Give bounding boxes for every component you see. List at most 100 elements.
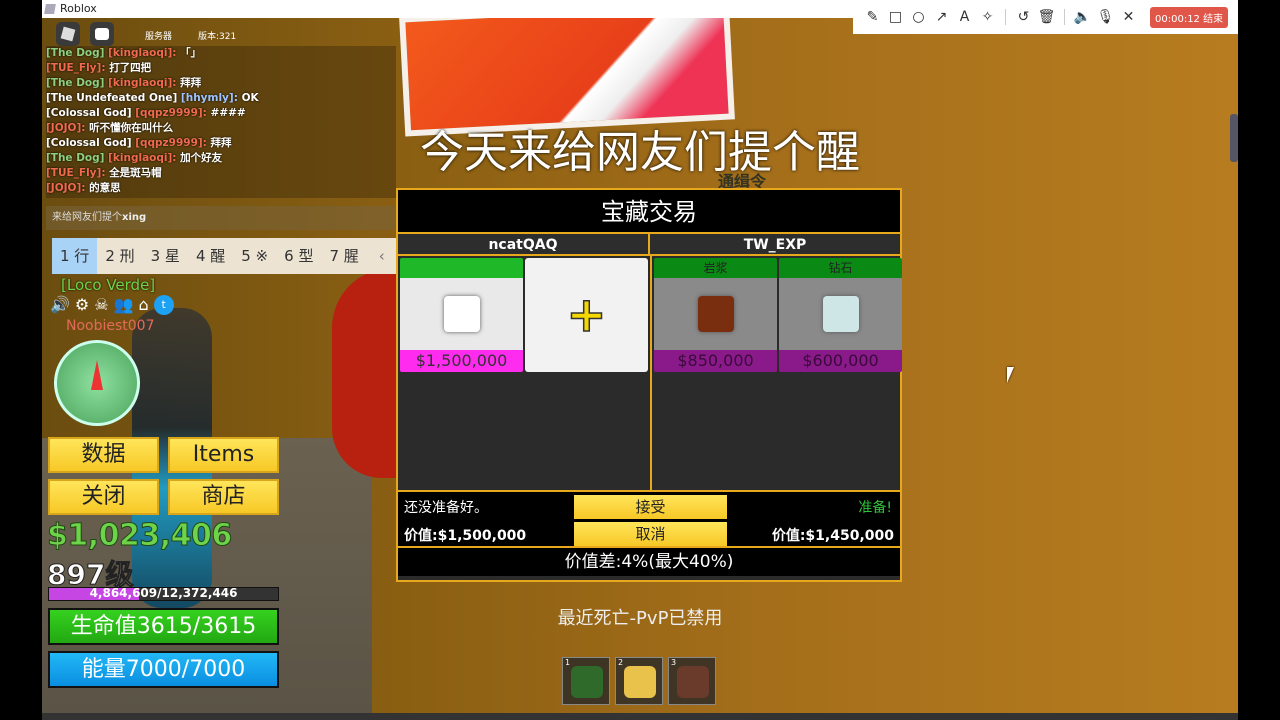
close-icon[interactable]: ✕ bbox=[1117, 9, 1140, 25]
hotbar-item-icon bbox=[677, 666, 709, 698]
hotbar-slot[interactable]: 1 bbox=[562, 657, 610, 705]
xp-text: 4,864,609/12,372,446 bbox=[89, 586, 238, 600]
chat-tag: [The Dog] bbox=[46, 47, 105, 59]
fruit-icon bbox=[697, 296, 734, 332]
chat-message: [The Undefeated One] [hhymly]: OK bbox=[46, 91, 396, 106]
hotbar-item-icon bbox=[624, 666, 656, 698]
hotbar-slot[interactable]: 3 bbox=[668, 657, 716, 705]
xp-bar: 4,864,609/12,372,446 bbox=[48, 586, 279, 601]
divider bbox=[1005, 9, 1006, 25]
shop-button[interactable]: 商店 bbox=[168, 479, 279, 515]
ime-candidate[interactable]: 4 醒 bbox=[188, 238, 233, 274]
pirate-icon[interactable]: ☠ bbox=[94, 295, 108, 315]
chat-text: 的意思 bbox=[89, 182, 121, 194]
chat-input-text: 来给网友们提个 bbox=[52, 212, 122, 223]
chat-username: [JOJO]: bbox=[46, 182, 86, 194]
ime-prev-button[interactable]: ‹ bbox=[367, 247, 397, 265]
their-ready-status: 准备! bbox=[858, 500, 892, 516]
items-button[interactable]: Items bbox=[168, 437, 279, 473]
trade-item[interactable]: $1,500,000 bbox=[400, 258, 523, 372]
add-item-button[interactable]: + bbox=[525, 258, 648, 372]
their-offer-panel: 岩浆 $850,000 钻石 $600,000 bbox=[652, 256, 904, 490]
my-value: 价值:$1,500,000 bbox=[404, 528, 527, 544]
item-name: 岩浆 bbox=[654, 258, 777, 278]
divider bbox=[1064, 9, 1065, 25]
chat-text: OK bbox=[241, 92, 259, 104]
accept-button[interactable]: 接受 bbox=[574, 495, 727, 519]
hotbar-key: 1 bbox=[565, 658, 571, 667]
twitter-icon[interactable]: t bbox=[153, 295, 174, 315]
home-icon[interactable]: ⌂ bbox=[139, 295, 149, 315]
cancel-button[interactable]: 取消 bbox=[574, 522, 727, 546]
value-difference: 价值差:4%(最大40%) bbox=[398, 548, 900, 576]
speaker-icon[interactable]: 🔈 bbox=[1071, 9, 1094, 25]
scrollbar[interactable] bbox=[1230, 114, 1238, 162]
ime-candidate[interactable]: 1 行 bbox=[52, 238, 98, 274]
arrow-icon[interactable]: ↗ bbox=[930, 9, 953, 25]
chat-toggle-button[interactable] bbox=[90, 22, 114, 46]
trade-window: 宝藏交易 ncatQAQ TW_EXP $1,500,000 + 岩浆 $850,0… bbox=[396, 188, 902, 582]
item-price: $600,000 bbox=[779, 350, 902, 372]
window-title: Roblox bbox=[60, 2, 97, 15]
hotbar-slot[interactable]: 2 bbox=[615, 657, 663, 705]
rectangle-icon[interactable]: □ bbox=[884, 9, 907, 25]
trade-item[interactable]: 岩浆 $850,000 bbox=[654, 258, 777, 372]
fruit-icon bbox=[822, 296, 859, 332]
trash-icon[interactable]: 🗑 bbox=[1035, 9, 1058, 25]
stop-recording-button[interactable]: 00:00:12 结束 bbox=[1150, 6, 1229, 28]
video-caption: 今天来给网友们提个醒 bbox=[420, 127, 860, 178]
close-button[interactable]: 关闭 bbox=[48, 479, 159, 515]
chat-input-composing: xing bbox=[122, 212, 147, 223]
money-display: $1,023,406 bbox=[47, 518, 233, 554]
text-icon[interactable]: A bbox=[953, 9, 976, 25]
trade-item[interactable]: 钻石 $600,000 bbox=[779, 258, 902, 372]
microphone-icon[interactable]: 🎙 bbox=[1094, 9, 1117, 25]
chat-text: 「」 bbox=[180, 47, 202, 59]
hotbar-key: 2 bbox=[618, 658, 624, 667]
chat-text: 打了四把 bbox=[109, 62, 152, 74]
speaker-icon[interactable]: 🔊 bbox=[50, 295, 70, 315]
hotbar-item-icon bbox=[571, 666, 603, 698]
chat-username: [hhymly]: bbox=[180, 92, 238, 104]
my-ready-status: 还没准备好。 bbox=[404, 500, 488, 516]
item-name: 钻石 bbox=[779, 258, 902, 278]
item-image bbox=[779, 278, 902, 350]
chat-message: [The Dog] [kinglaoqi]: 拜拜 bbox=[46, 76, 396, 91]
roblox-top-icons bbox=[56, 22, 114, 46]
chat-message: [The Dog] [kinglaoqi]: 「」 bbox=[46, 46, 396, 61]
energy-bar: 能量7000/7000 bbox=[48, 651, 279, 688]
hotbar-key: 3 bbox=[671, 658, 677, 667]
roblox-logo-icon bbox=[60, 26, 76, 42]
stats-button[interactable]: 数据 bbox=[48, 437, 159, 473]
trade-title: 宝藏交易 bbox=[398, 190, 900, 234]
item-image bbox=[400, 278, 523, 350]
mouse-cursor-icon bbox=[1007, 367, 1014, 383]
ime-candidate[interactable]: 2 刑 bbox=[97, 238, 142, 274]
chat-username: [TUE_Fly]: bbox=[46, 62, 106, 74]
my-offer-panel: $1,500,000 + bbox=[398, 256, 652, 490]
ime-candidate[interactable]: 6 型 bbox=[276, 238, 321, 274]
team-icon[interactable]: 👥 bbox=[114, 295, 134, 315]
crew-name: [Loco Verde] bbox=[61, 276, 156, 294]
item-price: $850,000 bbox=[654, 350, 777, 372]
compass-needle-icon bbox=[91, 360, 103, 390]
circle-icon[interactable]: ○ bbox=[907, 9, 930, 25]
compass[interactable] bbox=[54, 340, 140, 426]
settings-icons: 🔊 ⚙ ☠ 👥 ⌂ t bbox=[50, 295, 174, 315]
player-name: Noobiest007 bbox=[66, 318, 155, 334]
version-label: 版本:321 bbox=[198, 32, 237, 42]
gear-icon[interactable]: ⚙ bbox=[75, 295, 89, 315]
pencil-icon[interactable]: ✎ bbox=[861, 9, 884, 25]
magic-wand-icon[interactable]: ✧ bbox=[976, 9, 999, 25]
ime-candidate[interactable]: 5 ※ bbox=[233, 238, 276, 274]
chat-input[interactable]: 来给网友们提个xing bbox=[46, 206, 396, 230]
server-label: 服务器 bbox=[145, 32, 173, 42]
ime-candidate[interactable]: 3 星 bbox=[143, 238, 188, 274]
chat-username: [kinglaoqi]: bbox=[108, 47, 177, 59]
recorder-toolbar: ✎ □ ○ ↗ A ✧ ↺ 🗑 🔈 🎙 ✕ 00:00:12 结束 bbox=[853, 0, 1238, 34]
roblox-menu-button[interactable] bbox=[56, 22, 80, 46]
undo-icon[interactable]: ↺ bbox=[1012, 9, 1035, 25]
server-info: 服务器 版本:321 bbox=[145, 29, 262, 42]
ime-candidate[interactable]: 7 腥 bbox=[321, 238, 366, 274]
their-value: 价值:$1,450,000 bbox=[771, 528, 894, 544]
